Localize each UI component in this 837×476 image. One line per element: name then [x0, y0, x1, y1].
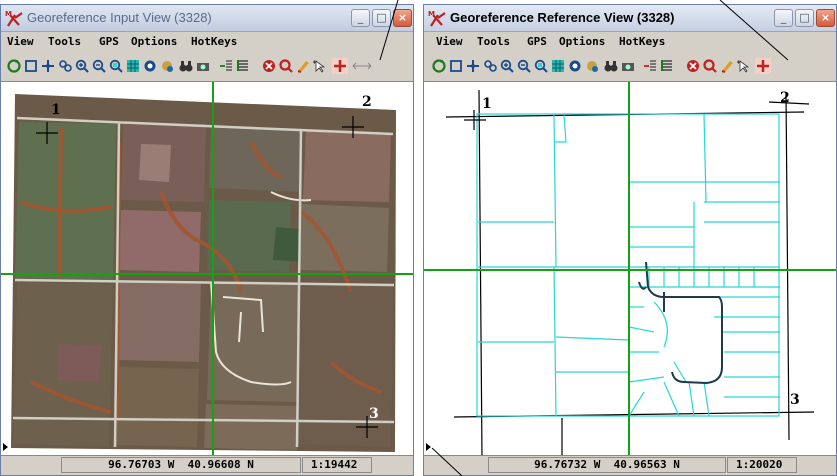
longitude-value: 96.76732 W	[534, 458, 601, 471]
coordinate-readout: 96.76732 W 40.96563 N	[488, 457, 726, 473]
zoom-in-icon[interactable]	[500, 59, 514, 73]
menu-gps[interactable]: GPS	[527, 35, 547, 48]
reference-map-view[interactable]: 1 2 3	[424, 82, 836, 457]
latitude-value: 40.96563 N	[613, 458, 680, 471]
layers-icon[interactable]	[126, 59, 140, 73]
menu-hotkeys[interactable]: HotKeys	[191, 35, 237, 48]
binoculars-icon[interactable]	[604, 59, 618, 73]
menu-tools[interactable]: Tools	[477, 35, 510, 48]
zoom-red-icon[interactable]	[703, 59, 717, 73]
aerial-image	[1, 82, 413, 457]
menu-options[interactable]: Options	[559, 35, 605, 48]
zoom-box-icon[interactable]	[109, 59, 123, 73]
select-icon[interactable]	[24, 59, 38, 73]
close-button[interactable]: ×	[393, 9, 412, 27]
longitude-value: 96.76703 W	[108, 458, 175, 471]
status-bar: 96.76732 W 40.96563 N 1:20020	[424, 455, 836, 475]
crosshair	[424, 82, 836, 457]
menu-bar: View Tools GPS Options HotKeys	[424, 32, 836, 52]
binoculars-icon[interactable]	[179, 59, 193, 73]
redraw-icon[interactable]	[7, 59, 21, 73]
reference-view-titlebar[interactable]: M Georeference Reference View (3328) _ □…	[424, 5, 836, 32]
maximize-button[interactable]: □	[372, 9, 391, 27]
pan-icon[interactable]	[466, 59, 480, 73]
camera-icon[interactable]	[621, 59, 635, 73]
toolbar	[424, 53, 836, 82]
menu-view[interactable]: View	[7, 35, 34, 48]
camera-icon[interactable]	[196, 59, 210, 73]
gcp-label-1: 1	[482, 96, 492, 112]
edit-icon[interactable]	[720, 59, 734, 73]
scroll-arrow-icon[interactable]	[426, 443, 431, 451]
add-point-icon[interactable]	[643, 59, 657, 73]
map-scale: 1:20020	[727, 457, 797, 473]
stop-icon[interactable]	[262, 59, 276, 73]
zoom-red-icon[interactable]	[279, 59, 293, 73]
input-view-window: M Georeference Input View (3328) _ □ × V…	[0, 4, 414, 476]
zoom-fit-icon[interactable]	[58, 59, 72, 73]
reference-view-window: M Georeference Reference View (3328) _ □…	[423, 4, 837, 476]
coordinate-readout: 96.76703 W 40.96608 N	[61, 457, 301, 473]
status-bar: 96.76703 W 40.96608 N 1:19442	[1, 455, 413, 475]
hand-icon[interactable]	[585, 59, 599, 73]
input-map-view[interactable]: 1 2 3	[1, 82, 413, 457]
toolbar	[1, 53, 413, 82]
zoom-box-icon[interactable]	[534, 59, 548, 73]
link-arrows-icon[interactable]	[351, 59, 373, 73]
menu-bar: View Tools GPS Options HotKeys	[1, 32, 413, 52]
menu-hotkeys[interactable]: HotKeys	[619, 35, 665, 48]
app-logo-icon: M	[5, 10, 23, 27]
app-logo-icon: M	[428, 10, 446, 27]
cursor-icon[interactable]	[313, 59, 327, 73]
map-scale: 1:19442	[302, 457, 372, 473]
scroll-arrow-icon[interactable]	[3, 443, 8, 451]
hand-icon[interactable]	[160, 59, 174, 73]
menu-options[interactable]: Options	[131, 35, 177, 48]
maximize-button[interactable]: □	[795, 9, 814, 27]
menu-tools[interactable]: Tools	[48, 35, 81, 48]
zoom-out-icon[interactable]	[92, 59, 106, 73]
gcp-label-2: 2	[780, 90, 790, 106]
input-view-titlebar[interactable]: M Georeference Input View (3328) _ □ ×	[1, 5, 413, 32]
close-button[interactable]: ×	[816, 9, 835, 27]
window-title: Georeference Input View (3328)	[27, 10, 212, 25]
cursor-icon[interactable]	[737, 59, 751, 73]
menu-view[interactable]: View	[436, 35, 463, 48]
gcp-label-1: 1	[51, 102, 61, 118]
add-point-icon[interactable]	[219, 59, 233, 73]
crosshair-icon[interactable]	[332, 58, 348, 74]
edit-icon[interactable]	[296, 59, 310, 73]
list-icon[interactable]	[236, 59, 250, 73]
gps-icon[interactable]	[143, 59, 157, 73]
gcp-markers	[464, 110, 486, 130]
zoom-in-icon[interactable]	[75, 59, 89, 73]
gcp-label-2: 2	[362, 94, 372, 110]
minimize-button[interactable]: _	[351, 9, 370, 27]
minimize-button[interactable]: _	[774, 9, 793, 27]
gcp-label-3: 3	[790, 392, 800, 408]
stop-icon[interactable]	[686, 59, 700, 73]
redraw-icon[interactable]	[432, 59, 446, 73]
layers-icon[interactable]	[551, 59, 565, 73]
pan-icon[interactable]	[41, 59, 55, 73]
crosshair-icon[interactable]	[755, 58, 771, 74]
parcel-map	[424, 82, 836, 457]
zoom-out-icon[interactable]	[517, 59, 531, 73]
list-icon[interactable]	[660, 59, 674, 73]
select-icon[interactable]	[449, 59, 463, 73]
window-title: Georeference Reference View (3328)	[450, 10, 675, 25]
latitude-value: 40.96608 N	[187, 458, 254, 471]
zoom-fit-icon[interactable]	[483, 59, 497, 73]
gps-icon[interactable]	[568, 59, 582, 73]
gcp-label-3: 3	[369, 406, 379, 422]
menu-gps[interactable]: GPS	[99, 35, 119, 48]
